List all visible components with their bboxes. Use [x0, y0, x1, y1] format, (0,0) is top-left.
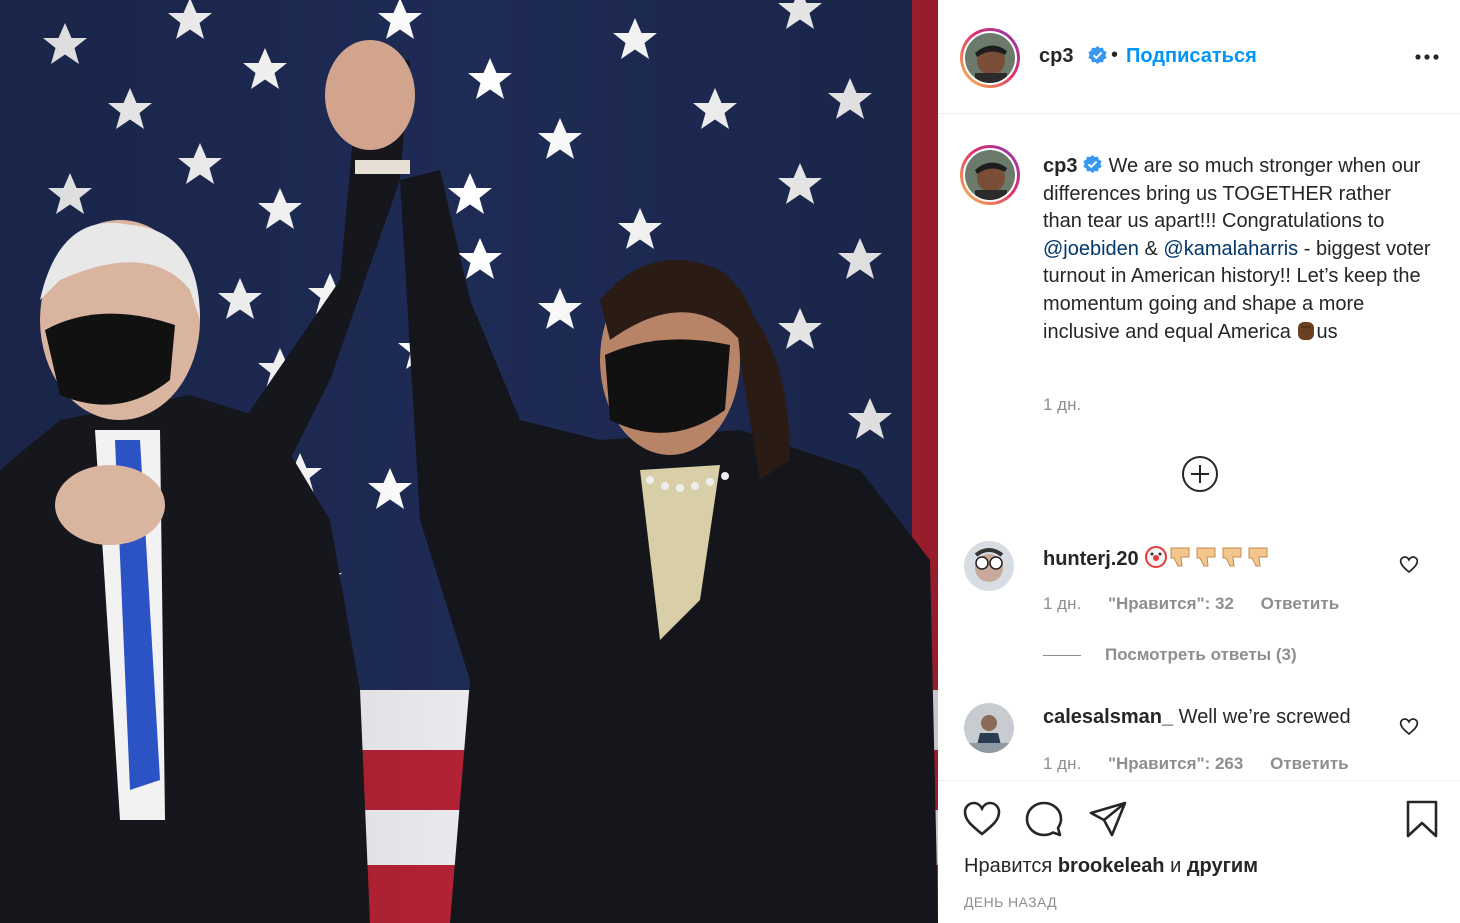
raised-fist-emoji — [1298, 321, 1315, 340]
commenter-avatar-image — [964, 703, 1014, 753]
author-username[interactable]: cp3 — [1039, 45, 1073, 68]
view-replies-button[interactable]: Посмотреть ответы (3) — [1043, 645, 1297, 665]
commenter-avatar[interactable] — [964, 541, 1014, 591]
view-replies-label: Посмотреть ответы (3) — [1105, 645, 1297, 664]
thumbs-down-emoji — [1248, 547, 1268, 567]
comment-text: calesalsman_ Well we’re screwed — [1043, 706, 1351, 729]
follow-button[interactable]: Подписаться — [1126, 45, 1257, 68]
post-timestamp: ДЕНЬ НАЗАД — [964, 894, 1058, 910]
thumbs-down-emoji — [1196, 547, 1216, 567]
liker-username[interactable]: brookeleah — [1058, 855, 1165, 877]
replies-divider — [1043, 655, 1081, 657]
commenter-avatar-image — [964, 541, 1014, 591]
comment-meta: 1 дн. "Нравится": 32 Ответить — [1043, 594, 1361, 614]
comment-username[interactable]: hunterj.20 — [1043, 548, 1139, 570]
verified-badge-icon — [1083, 155, 1103, 174]
verified-badge-icon — [1088, 46, 1107, 65]
heart-icon[interactable] — [1399, 555, 1419, 574]
comment-likes-count[interactable]: "Нравится": 263 — [1108, 754, 1243, 773]
comment-timestamp: 1 дн. — [1043, 594, 1082, 613]
post-photo[interactable] — [0, 0, 938, 923]
caption-body-4: us — [1316, 320, 1338, 343]
clown-face-emoji — [1145, 546, 1168, 568]
author-avatar[interactable] — [960, 28, 1020, 88]
heart-icon[interactable] — [962, 799, 1002, 839]
comment-reply-button[interactable]: Ответить — [1261, 594, 1340, 613]
comment-meta: 1 дн. "Нравится": 263 Ответить — [1043, 754, 1371, 774]
bookmark-icon[interactable] — [1402, 799, 1442, 839]
caption-timestamp: 1 дн. — [1043, 395, 1082, 414]
likes-conj: и — [1170, 855, 1182, 877]
heart-icon[interactable] — [1399, 717, 1419, 736]
header-separator: • — [1111, 44, 1119, 66]
caption-username[interactable]: cp3 — [1043, 155, 1077, 177]
comments-list[interactable]: cp3 We are so much stronger when our diff… — [938, 115, 1460, 779]
post-details-panel: cp3 • Подписаться cp3 We are so much str… — [938, 0, 1460, 923]
comment-icon[interactable] — [1024, 799, 1064, 839]
likes-others-link[interactable]: другим — [1187, 855, 1258, 877]
mention-kamalaharris[interactable]: @kamalaharris — [1163, 238, 1298, 260]
more-options-icon[interactable] — [1412, 47, 1442, 67]
comment-text: hunterj.20 — [1043, 545, 1272, 571]
comment-timestamp: 1 дн. — [1043, 754, 1082, 773]
caption-avatar-image — [965, 150, 1015, 200]
thumbs-down-emoji — [1222, 547, 1242, 567]
thumbs-down-emoji — [1170, 547, 1190, 567]
post-actions-bar: Нравится brookeleah и другим ДЕНЬ НАЗАД — [938, 780, 1460, 923]
author-avatar-image — [965, 33, 1015, 83]
post-header: cp3 • Подписаться — [938, 0, 1460, 114]
plus-circle-icon[interactable] — [1181, 455, 1219, 493]
caption-text: cp3 We are so much stronger when our diff… — [1043, 153, 1433, 346]
comment-reply-button[interactable]: Ответить — [1270, 754, 1349, 773]
likes-summary: Нравится brookeleah и другим — [964, 855, 1258, 878]
likes-prefix: Нравится — [964, 855, 1053, 877]
comment-username[interactable]: calesalsman_ — [1043, 706, 1173, 728]
mention-joebiden[interactable]: @joebiden — [1043, 238, 1139, 260]
share-icon[interactable] — [1088, 799, 1128, 839]
comment-body: Well we’re screwed — [1178, 706, 1351, 728]
post-photo-image — [0, 0, 938, 923]
comment-likes-count[interactable]: "Нравится": 32 — [1108, 594, 1234, 613]
commenter-avatar[interactable] — [964, 703, 1014, 753]
caption-body-2: & — [1138, 237, 1164, 260]
caption-author-avatar[interactable] — [960, 145, 1020, 205]
